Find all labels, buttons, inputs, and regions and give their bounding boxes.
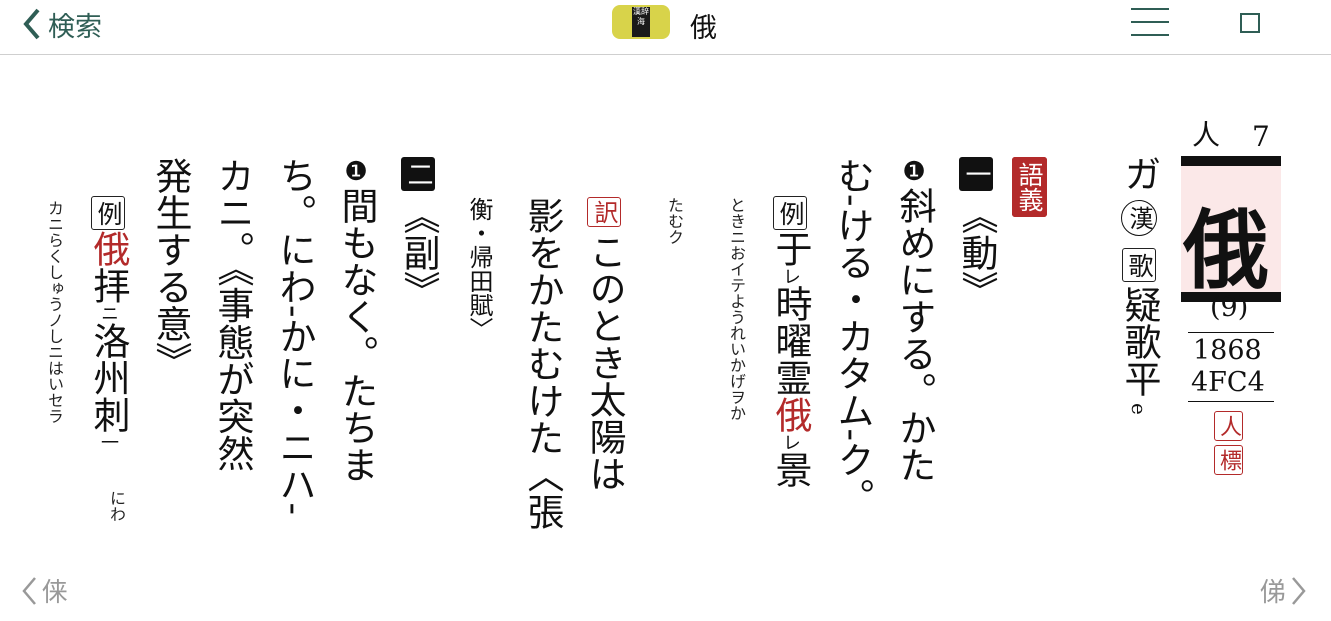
- sense1-line1: ❶斜めにする。かた: [892, 157, 936, 483]
- example1-ruby: ときニおイテようれいかげヲか: [727, 197, 746, 421]
- example2-headword: 俄: [87, 230, 130, 267]
- radical: 人: [1188, 120, 1221, 148]
- example1: 例于レ時曜霊俄レ景: [768, 196, 812, 488]
- sense2-num: ❶: [341, 157, 371, 187]
- translation-text: このとき太陽は: [583, 233, 626, 492]
- divider: [1188, 332, 1274, 333]
- sense2-line4: 発生する意》: [148, 157, 192, 379]
- back-button[interactable]: 検索: [22, 6, 102, 43]
- menu-icon-line: [1131, 34, 1169, 36]
- reading-column: ガ漢歌疑歌平 e: [1117, 155, 1161, 415]
- kan-on-mark: 漢: [1121, 200, 1157, 236]
- section1-heading: 一《動》: [954, 157, 998, 308]
- total-strokes: (9): [1210, 292, 1249, 323]
- dictionary-logo: 漢辞海: [612, 5, 670, 39]
- uta-box: 歌: [1122, 248, 1156, 282]
- example1-ruby2: たむク: [665, 197, 684, 245]
- sense2-line1: ❶間もなく。たちま: [334, 157, 378, 483]
- next-entry-button[interactable]: 俤: [1260, 572, 1308, 609]
- code-jis: 1868: [1193, 335, 1262, 366]
- next-entry-label: 俤: [1260, 578, 1287, 608]
- prev-entry-label: 俫: [42, 578, 69, 608]
- chevron-left-icon: [22, 576, 36, 605]
- sense2-text: 間もなく。たちま: [335, 187, 378, 483]
- page-title: 俄: [690, 13, 717, 44]
- rei-box: 例: [773, 196, 807, 230]
- example2-ruby1: にわ: [107, 490, 126, 522]
- example1-text: 景: [769, 451, 812, 488]
- menu-icon: [1131, 8, 1169, 10]
- sense2-line2: ち。にわ-かに・ニハ-: [273, 157, 316, 516]
- example1-text: 時曜霊: [769, 285, 812, 396]
- gogi-label: 語義: [1012, 157, 1047, 217]
- menu-button[interactable]: [1131, 8, 1169, 38]
- badge-jinmei: 人: [1214, 411, 1243, 441]
- chevron-left-icon: [23, 8, 40, 40]
- badge-hyo: 標: [1214, 445, 1243, 475]
- rhyme: 疑歌平: [1118, 286, 1161, 397]
- kaeriten: 一: [98, 433, 119, 451]
- kaeriten: レ: [780, 433, 801, 451]
- sense1-text: 斜めにする。かた: [893, 187, 936, 483]
- example1-text: 于: [769, 230, 812, 267]
- section1-mark: 一: [959, 157, 993, 191]
- sense2-line3: カニ。《事態が突然: [211, 157, 254, 472]
- chevron-right-icon: [1292, 576, 1306, 605]
- bookmark-button[interactable]: [1240, 13, 1260, 33]
- example2-text: 拝: [87, 267, 130, 304]
- kaeriten: ニ: [98, 304, 119, 322]
- section2-mark: 二: [401, 157, 435, 191]
- headword: 俄: [1183, 200, 1269, 301]
- sense1-num: ❶: [899, 157, 929, 187]
- prev-entry-button[interactable]: 俫: [20, 572, 68, 609]
- section2-pos: 《副》: [397, 197, 440, 308]
- reading-ga: ガ: [1118, 155, 1161, 192]
- code-unicode: 4FC4: [1191, 367, 1265, 398]
- sense2-text: 発生する意》: [149, 157, 192, 379]
- example2-ruby2: カニらくしゅうノしニはいセラ: [45, 200, 64, 424]
- kanji-badges: 人標: [1214, 411, 1243, 475]
- radical-strokes: 7: [1252, 120, 1270, 153]
- rhyme-note: e: [1127, 403, 1151, 415]
- translation-line3: 衡・帰田賦〉: [465, 197, 493, 341]
- section2-heading: 二《副》: [396, 157, 440, 308]
- headword-box: 俄: [1181, 156, 1281, 302]
- rei-box-2: 例: [91, 196, 125, 230]
- divider: [1188, 401, 1274, 402]
- menu-icon-line: [1131, 21, 1169, 23]
- example1-headword: 俄: [769, 396, 812, 433]
- top-bar: 検索 漢辞海 俄: [0, 0, 1331, 55]
- sense1-line2: む-ける・カタム-ク。: [831, 157, 874, 516]
- translation-line1: 訳このとき太陽は: [582, 197, 626, 492]
- kaeriten: レ: [780, 267, 801, 285]
- logo-text: 漢辞海: [632, 7, 650, 37]
- translation-line2: 影をかたむけた〈張: [521, 197, 564, 530]
- back-label: 検索: [48, 11, 102, 43]
- section1-pos: 《動》: [955, 197, 998, 308]
- yaku-box: 訳: [587, 197, 621, 227]
- example2-text: 洛州刺: [87, 322, 130, 433]
- example2: 例俄拝ニ洛州刺一: [86, 196, 130, 451]
- gogi-label-wrap: 語義: [1012, 157, 1047, 217]
